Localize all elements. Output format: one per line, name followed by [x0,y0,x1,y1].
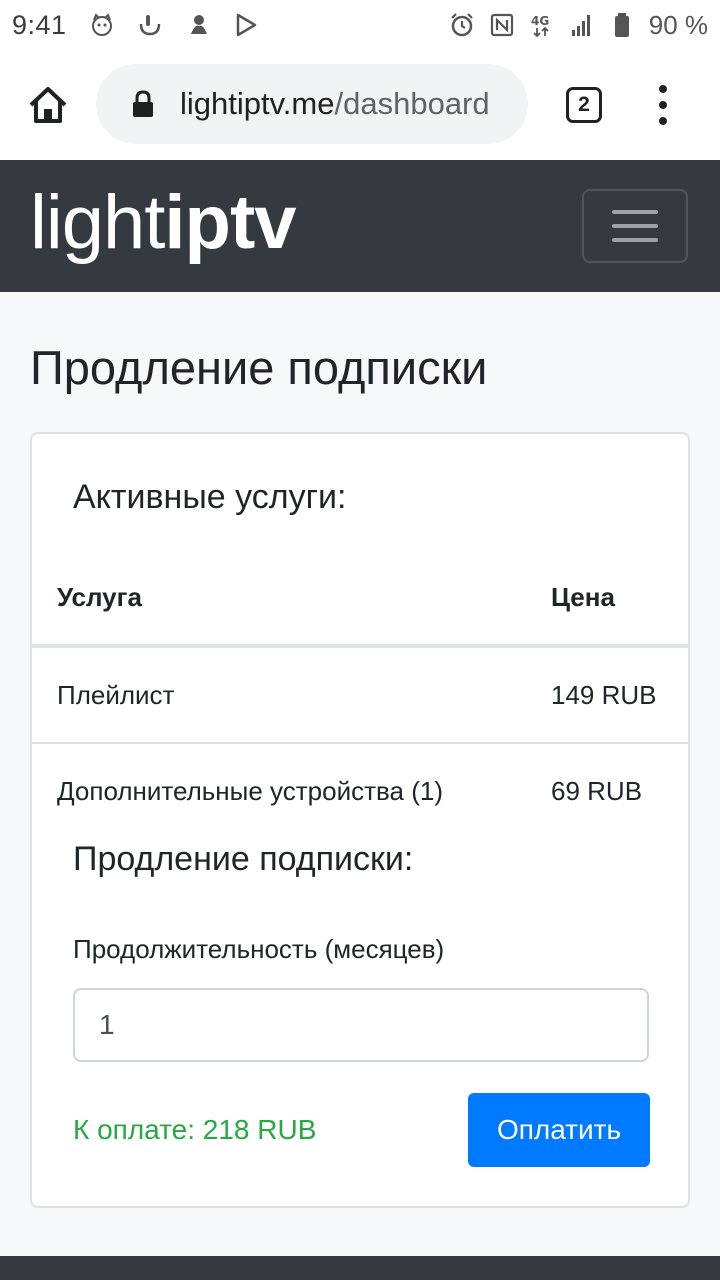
table-row-divider [32,742,688,744]
notification-icons [89,12,259,38]
overflow-menu-icon[interactable] [655,85,671,125]
table-header-service: Услуга [57,582,142,612]
octopus-notification-icon [185,12,211,38]
logo-bold-text: iptv [164,180,296,265]
logo-light-text: light [30,180,165,265]
nfc-icon [489,12,515,38]
4g-signal-icon: 4G [529,12,555,38]
url-text: lightiptv.me/dashboard [180,86,490,122]
site-navbar: lightiptv [0,160,720,292]
svg-text:4G: 4G [531,14,549,28]
hand-notification-icon [137,12,163,38]
address-bar[interactable]: lightiptv.me/dashboard [96,64,528,144]
alarm-icon [449,12,475,38]
hamburger-icon [612,210,658,214]
footer [0,1256,720,1280]
status-bar: 9:41 4G 90 % [0,0,720,50]
duration-label: Продолжительность (месяцев) [73,934,445,964]
url-path: /dashboard [334,86,490,121]
duration-value: 1 [99,1009,115,1040]
system-icons: 4G 90 % [449,10,708,41]
play-store-icon [233,12,259,38]
status-time: 9:41 [12,9,67,40]
pay-button[interactable]: Оплатить [468,1093,650,1167]
renewal-title: Продление подписки: [73,840,414,878]
table-cell-service: Плейлист [57,680,175,710]
total-amount: К оплате: 218 RUB [73,1114,317,1145]
home-icon[interactable] [26,83,70,127]
table-header-price: Цена [551,582,615,612]
tab-switcher-button[interactable]: 2 [566,87,602,123]
battery-icon [609,12,635,38]
cell-signal-icon [569,12,595,38]
hamburger-menu-button[interactable] [582,189,688,263]
table-header-divider [32,644,688,648]
lock-icon [132,90,154,118]
battery-percent: 90 % [648,9,708,40]
url-host: lightiptv.me [180,86,335,121]
active-services-title: Активные услуги: [73,478,347,516]
site-logo[interactable]: lightiptv [30,180,297,265]
table-cell-price: 69 RUB [551,776,643,806]
duration-input[interactable]: 1 [73,988,649,1062]
page-title: Продление подписки [30,341,488,394]
browser-toolbar: lightiptv.me/dashboard 2 [0,50,720,160]
cat-notification-icon [89,12,115,38]
table-cell-price: 149 RUB [551,680,657,710]
table-cell-service: Дополнительные устройства (1) [57,776,443,806]
subscription-card: Активные услуги: Услуга Цена Плейлист 14… [30,432,690,1208]
